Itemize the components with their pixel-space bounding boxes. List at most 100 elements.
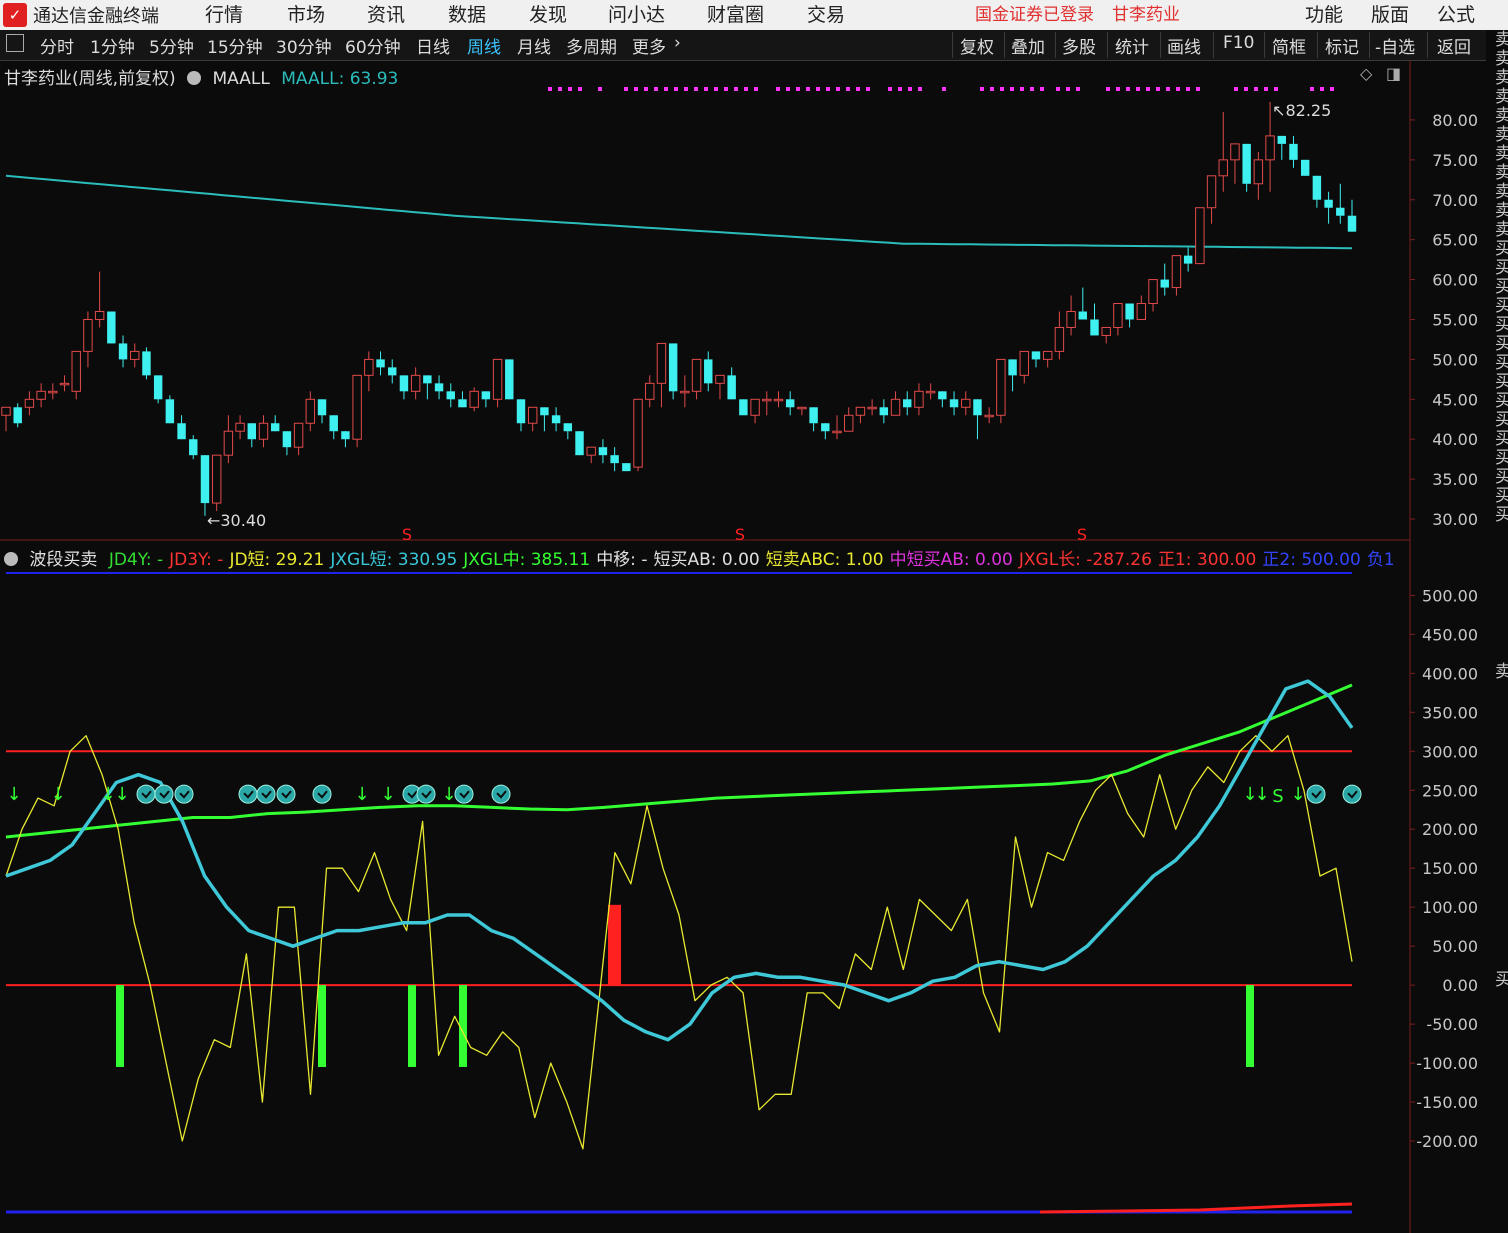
signal-dot (1156, 87, 1160, 91)
bottom-red-line (1039, 1202, 1353, 1214)
check-badge-icon (416, 784, 436, 804)
signal-dot (634, 87, 638, 91)
candle-body-up (680, 390, 690, 394)
candle-body-down (727, 375, 736, 400)
candle-body-up (1136, 303, 1147, 320)
toolbar-button[interactable]: 标记 (1325, 33, 1359, 58)
candle-body-down (903, 399, 912, 408)
signal-dot (1040, 87, 1044, 91)
toolbar-button[interactable]: 复权 (960, 33, 994, 58)
signal-dot (942, 87, 946, 91)
candle-body-down (505, 359, 514, 400)
candle-body-down (1078, 311, 1088, 320)
jd-short-line (5, 735, 1353, 1150)
candle-body-down (551, 415, 561, 424)
down-arrow-icon: ↓ (100, 784, 115, 805)
down-arrow-icon: ↓ (380, 784, 395, 805)
indicator-field: 中短买AB: 0.00 (889, 550, 1013, 569)
down-arrow-icon: ↓ (6, 784, 21, 805)
toolbar-button[interactable]: -自选 (1375, 33, 1415, 58)
signal-dot (1196, 87, 1200, 91)
toolbar-button[interactable]: 画线 (1167, 33, 1201, 58)
menu-item[interactable]: 市场 (287, 0, 325, 27)
buy-signal-bar (608, 904, 621, 986)
menu-item[interactable]: 交易 (807, 0, 845, 27)
toolbar-button[interactable]: 返回 (1437, 33, 1471, 58)
candle-body-up (715, 374, 725, 384)
toolbar-button[interactable]: 多股 (1062, 33, 1096, 58)
period-tab-selected[interactable]: 周线 (467, 33, 501, 58)
panel-toggle-icon[interactable] (6, 34, 24, 52)
signal-dot (1264, 87, 1268, 91)
signal-dot (704, 87, 708, 91)
menu-item[interactable]: 问小达 (608, 0, 665, 27)
menu-item-formula[interactable]: 公式 (1437, 0, 1475, 27)
menu-item[interactable]: 资讯 (367, 0, 405, 27)
candle-body-down (821, 423, 830, 432)
candle-body-down (785, 399, 795, 408)
candle-body-up (94, 311, 105, 320)
indicator-field: JD3Y: - (169, 550, 224, 569)
y-tick-label: 55.00 (1432, 310, 1478, 329)
candle-body-down (282, 431, 292, 448)
candle-body-up (1265, 135, 1275, 161)
app-logo-icon: ✓ (3, 3, 27, 27)
signal-strip-text: 卖卖卖卖卖卖卖卖卖卖卖买买买买买买买买买买买买买买买 (1491, 30, 1508, 524)
toolbar-button[interactable]: F10 (1223, 33, 1254, 53)
period-tab[interactable]: 日线 (416, 33, 450, 58)
indicator-field: JXGL长: -287.26 (1018, 550, 1152, 569)
diamond-icon[interactable]: ◇ (1360, 64, 1372, 83)
period-tab[interactable]: 60分钟 (345, 33, 401, 58)
signal-dot (1166, 87, 1170, 91)
sell-signal-bar (116, 985, 124, 1067)
check-badge-icon (276, 784, 296, 804)
menu-item[interactable]: 财富圈 (707, 0, 764, 27)
check-mark (179, 790, 190, 799)
candle-body-down (1242, 143, 1251, 184)
candle-body-up (996, 358, 1006, 416)
period-tab[interactable]: 1分钟 (90, 33, 135, 58)
check-badge-icon (256, 784, 276, 804)
candle-body-down (598, 447, 608, 456)
toolbar-button[interactable]: 简框 (1272, 33, 1306, 58)
period-tab[interactable]: 多周期 (566, 33, 617, 58)
y-tick-label: 250.00 (1422, 781, 1478, 800)
menu-item-layout[interactable]: 版面 (1371, 0, 1409, 27)
candle-body-down (329, 415, 338, 432)
y-tick-label: 75.00 (1432, 151, 1478, 170)
panel-icon[interactable]: ◨ (1386, 64, 1401, 83)
check-mark (459, 790, 470, 799)
candle-body-down (317, 399, 327, 416)
menu-item[interactable]: 发现 (529, 0, 567, 27)
period-tab[interactable]: 分时 (40, 33, 74, 58)
down-arrow-icon: ↓ (354, 784, 369, 805)
current-stock: 甘李药业 (1112, 5, 1180, 25)
signal-dot (888, 87, 892, 91)
candle-body-up (410, 374, 421, 392)
period-tab-more[interactable]: 更多 (632, 33, 666, 58)
candle-body-down (118, 343, 128, 360)
signal-s-icon: S (1272, 786, 1283, 807)
candle-body-up (656, 342, 667, 384)
menu-item[interactable]: 数据 (448, 0, 486, 27)
y-tick-label: 450.00 (1422, 625, 1478, 644)
toolbar-button[interactable]: 统计 (1115, 33, 1149, 58)
y-tick-label: 65.00 (1432, 231, 1478, 250)
period-tab[interactable]: 30分钟 (276, 33, 332, 58)
menu-item[interactable]: 行情 (205, 0, 243, 27)
signal-dot (744, 87, 748, 91)
candle-body-down (739, 399, 748, 416)
period-tab[interactable]: 月线 (517, 33, 551, 58)
candle-body-up (1195, 207, 1205, 265)
toolbar-button[interactable]: 叠加 (1011, 33, 1045, 58)
menu-item-function[interactable]: 功能 (1305, 0, 1343, 27)
period-tab[interactable]: 15分钟 (207, 33, 263, 58)
chevron-down-icon[interactable] (187, 71, 202, 85)
chevron-down-icon[interactable] (4, 552, 18, 566)
candle-body-up (1206, 175, 1217, 209)
candle-body-down (622, 463, 631, 472)
period-tab[interactable]: 5分钟 (149, 33, 194, 58)
sub-chart-title: 波段买卖 (29, 550, 98, 569)
jxgl-short-line (5, 679, 1354, 1042)
chevron-right-icon[interactable]: › (674, 33, 681, 53)
